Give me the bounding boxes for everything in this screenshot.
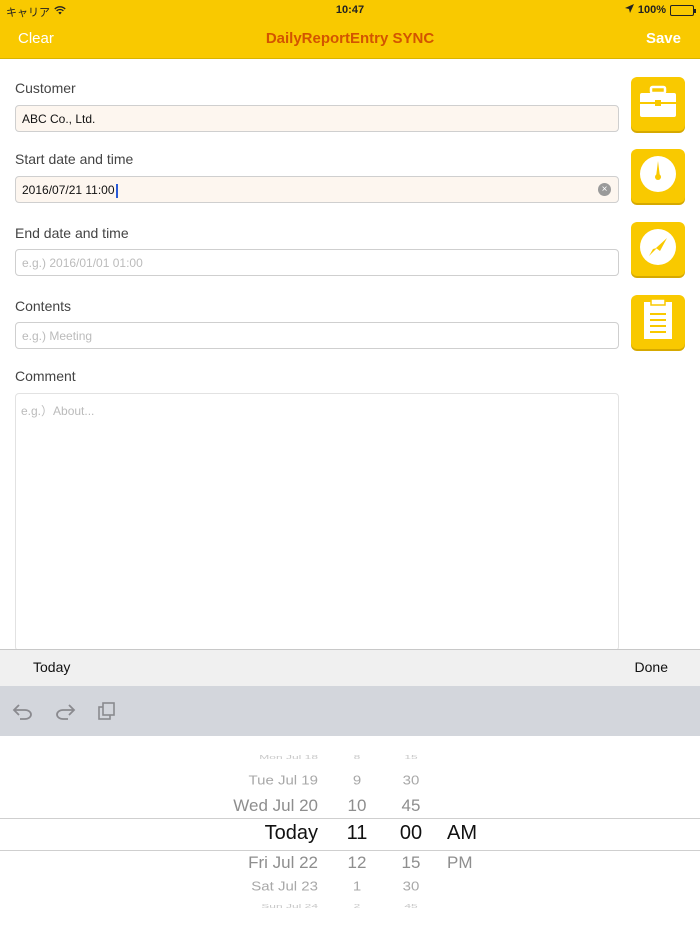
paste-icon[interactable] — [97, 702, 119, 720]
picker-date-item[interactable]: Sun Jul 24 — [261, 903, 318, 909]
picker-hour-column[interactable]: 8 9 10 11 12 1 2 — [340, 736, 374, 933]
location-arrow-icon — [624, 4, 634, 16]
today-button[interactable]: Today — [33, 659, 70, 675]
picker-minute-column[interactable]: 15 30 45 00 15 30 45 — [392, 736, 430, 933]
contents-button[interactable] — [631, 295, 685, 349]
contents-label: Contents — [15, 298, 72, 314]
picker-hour-item[interactable]: 1 — [340, 879, 374, 893]
start-label: Start date and time — [15, 151, 134, 167]
start-datetime-field[interactable]: 2016/07/21 11:00 × — [15, 176, 619, 203]
picker-ampm-item[interactable]: AM — [447, 822, 477, 845]
battery-percent: 100% — [637, 4, 666, 16]
undo-icon[interactable] — [12, 702, 34, 720]
comment-label: Comment — [15, 368, 76, 384]
end-label: End date and time — [15, 225, 129, 241]
picker-date-item[interactable]: Sat Jul 23 — [251, 879, 318, 893]
clock-end-icon — [638, 227, 678, 272]
briefcase-icon — [638, 85, 678, 124]
contents-placeholder: e.g.) Meeting — [22, 329, 93, 343]
picker-minute-item[interactable]: 45 — [392, 797, 430, 816]
nav-divider — [0, 58, 700, 59]
picker-hour-item[interactable]: 12 — [340, 854, 374, 873]
customer-label: Customer — [15, 80, 76, 96]
end-time-button[interactable] — [631, 222, 685, 276]
contents-field[interactable]: e.g.) Meeting — [15, 322, 619, 349]
picker-minute-item[interactable]: 00 — [392, 822, 430, 845]
clock-start-icon — [638, 154, 678, 199]
picker-accessory-bar: Today Done — [0, 649, 700, 686]
status-time: 10:47 — [335, 4, 365, 16]
picker-ampm-column[interactable]: AM PM — [447, 736, 507, 933]
done-button[interactable]: Done — [635, 659, 668, 675]
picker-hour-item[interactable]: 11 — [340, 822, 374, 845]
picker-minute-item[interactable]: 30 — [392, 773, 430, 787]
picker-hour-item[interactable]: 2 — [340, 903, 374, 909]
picker-hour-item[interactable]: 8 — [340, 754, 374, 760]
picker-ampm-item[interactable]: PM — [447, 854, 473, 873]
picker-minute-item[interactable]: 30 — [392, 879, 430, 893]
picker-date-column[interactable]: Mon Jul 18 Tue Jul 19 Wed Jul 20 Today Fri J… — [0, 736, 318, 933]
picker-minute-item[interactable]: 45 — [392, 903, 430, 909]
picker-minute-item[interactable]: 15 — [392, 854, 430, 873]
notepad-icon — [641, 297, 675, 346]
customer-value: ABC Co., Ltd. — [22, 112, 96, 126]
status-bar: キャリア 10:47 100% — [0, 0, 700, 20]
picker-hour-item[interactable]: 9 — [340, 773, 374, 787]
picker-date-item[interactable]: Today — [265, 822, 318, 845]
clear-text-icon[interactable]: × — [598, 183, 611, 196]
end-datetime-field[interactable]: e.g.) 2016/01/01 01:00 — [15, 249, 619, 276]
battery-icon — [670, 4, 696, 16]
picker-hour-item[interactable]: 10 — [340, 797, 374, 816]
customer-picker-button[interactable] — [631, 77, 685, 131]
status-right: 100% — [624, 4, 696, 16]
top-bar: キャリア 10:47 100% Clear DailyReportEntry S… — [0, 0, 700, 59]
picker-date-item[interactable]: Mon Jul 18 — [259, 754, 318, 760]
end-placeholder: e.g.) 2016/01/01 01:00 — [22, 256, 143, 270]
start-value: 2016/07/21 11:00 — [22, 183, 115, 197]
keyboard-shortcut-bar — [0, 686, 700, 736]
picker-date-item[interactable]: Fri Jul 22 — [248, 854, 318, 873]
picker-date-item[interactable]: Tue Jul 19 — [249, 773, 319, 787]
page-title: DailyReportEntry SYNC — [265, 30, 435, 47]
comment-field[interactable]: e.g.）About... — [15, 393, 619, 651]
comment-placeholder: e.g.）About... — [21, 404, 95, 418]
start-time-button[interactable] — [631, 149, 685, 203]
nav-bar: Clear DailyReportEntry SYNC Save — [0, 20, 700, 58]
picker-minute-item[interactable]: 15 — [392, 754, 430, 760]
text-caret — [115, 183, 118, 198]
customer-field[interactable]: ABC Co., Ltd. — [15, 105, 619, 132]
datetime-picker[interactable]: Mon Jul 18 Tue Jul 19 Wed Jul 20 Today Fri J… — [0, 736, 700, 933]
redo-icon[interactable] — [54, 702, 76, 720]
picker-date-item[interactable]: Wed Jul 20 — [233, 797, 318, 816]
save-button[interactable]: Save — [646, 30, 681, 47]
